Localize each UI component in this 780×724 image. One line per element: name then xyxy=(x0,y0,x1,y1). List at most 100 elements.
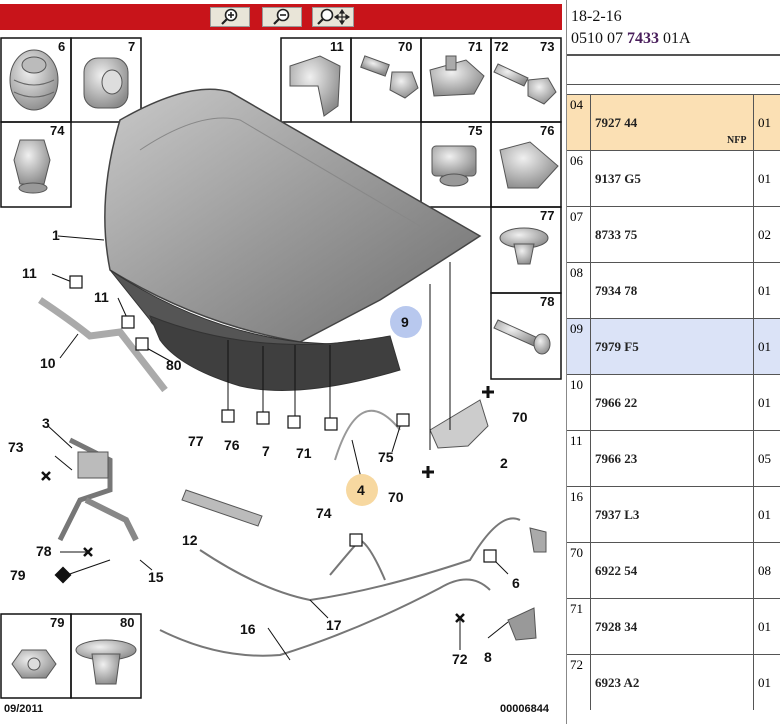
diamond-marker xyxy=(54,566,72,584)
box-label-77: 77 xyxy=(540,208,554,223)
callout-70b: 70 xyxy=(388,489,404,505)
table-row[interactable]: 06 9137 G5 01 xyxy=(567,150,780,206)
callout-6: 6 xyxy=(512,575,520,591)
callout-80: 80 xyxy=(166,357,182,373)
row-part-reference[interactable]: 7934 78 xyxy=(595,283,637,299)
panel-reference: 0510 07 7433 01A xyxy=(571,30,691,48)
box-label-11: 11 xyxy=(330,39,344,54)
table-row[interactable]: 07 8733 75 02 xyxy=(567,206,780,262)
parts-list-panel: 18-2-16 0510 07 7433 01A 04 7927 44 NFP 01 0… xyxy=(566,0,780,724)
panel-subheader xyxy=(567,84,780,93)
row-index: 16 xyxy=(567,487,591,542)
row-part-reference[interactable]: 6923 A2 xyxy=(595,675,639,691)
row-index: 71 xyxy=(567,599,591,654)
callout-11a: 11 xyxy=(22,265,37,281)
row-quantity: 01 xyxy=(753,375,780,430)
box-label-76: 76 xyxy=(540,123,554,138)
panel-divider xyxy=(567,54,780,56)
row-index: 72 xyxy=(567,655,591,710)
callout-15: 15 xyxy=(148,569,164,585)
row-index: 11 xyxy=(567,431,591,486)
callout-16: 16 xyxy=(240,621,256,637)
callout-76: 76 xyxy=(224,437,240,453)
row-index: 06 xyxy=(567,151,591,206)
part-screw-72-illustration xyxy=(493,63,557,105)
part-pin-78-illustration xyxy=(493,319,551,355)
callout-75: 75 xyxy=(378,449,394,465)
row-index: 10 xyxy=(567,375,591,430)
parts-diagram[interactable]: 6 7 74 11 70 71 72 73 75 76 77 78 79 80 … xyxy=(0,0,566,724)
row-part-reference[interactable]: 7927 44 xyxy=(595,115,637,131)
callout-9: 9 xyxy=(401,314,409,330)
row-index: 04 xyxy=(567,95,591,150)
row-note: NFP xyxy=(727,135,747,146)
callout-74: 74 xyxy=(316,505,332,521)
row-index: 09 xyxy=(567,319,591,374)
row-quantity: 01 xyxy=(753,151,780,206)
callout-71: 71 xyxy=(296,445,312,461)
callout-8: 8 xyxy=(484,649,492,665)
part-grommet-illustration xyxy=(9,49,59,111)
part-bumper-illustration xyxy=(83,57,129,109)
row-part-reference[interactable]: 7928 34 xyxy=(595,619,637,635)
row-index: 70 xyxy=(567,543,591,598)
box-label-79: 79 xyxy=(50,615,64,630)
cables xyxy=(159,517,521,657)
part-clip-75-illustration xyxy=(431,145,477,187)
table-row[interactable]: 71 7928 34 01 xyxy=(567,598,780,654)
row-quantity: 01 xyxy=(753,599,780,654)
row-quantity: 01 xyxy=(753,263,780,318)
part-stop-76-illustration xyxy=(499,141,559,189)
row-part-reference[interactable]: 8733 75 xyxy=(595,227,637,243)
table-row[interactable]: 16 7937 L3 01 xyxy=(567,486,780,542)
part-clip-11-illustration xyxy=(289,55,341,117)
table-row[interactable]: 10 7966 22 01 xyxy=(567,374,780,430)
row-quantity: 01 xyxy=(753,319,780,374)
box-label-78: 78 xyxy=(540,294,554,309)
callout-2: 2 xyxy=(500,455,508,471)
box-label-75: 75 xyxy=(468,123,482,138)
callout-12: 12 xyxy=(182,532,198,548)
row-part-reference[interactable]: 7937 L3 xyxy=(595,507,639,523)
table-row[interactable]: 08 7934 78 01 xyxy=(567,262,780,318)
callout-17: 17 xyxy=(326,617,342,633)
panel-reference-suffix: 01A xyxy=(659,30,691,47)
row-part-reference[interactable]: 7966 23 xyxy=(595,451,637,467)
box-label-71: 71 xyxy=(468,39,482,54)
latch-illustration xyxy=(57,437,139,542)
row-quantity: 05 xyxy=(753,431,780,486)
callout-3: 3 xyxy=(42,415,50,431)
footer-code: 00006844 xyxy=(500,703,550,715)
part-clip-74-illustration xyxy=(13,139,51,194)
callout-72: 72 xyxy=(452,651,468,667)
table-row[interactable]: 11 7966 23 05 xyxy=(567,430,780,486)
exploded-view: 6 7 74 11 70 71 72 73 75 76 77 78 79 80 … xyxy=(0,37,562,715)
table-row[interactable]: 09 7979 F5 01 xyxy=(567,318,780,374)
callout-73: 73 xyxy=(8,439,24,455)
box-label-70: 70 xyxy=(398,39,412,54)
panel-date: 18-2-16 xyxy=(571,8,622,25)
hinge-illustration xyxy=(334,399,489,461)
box-label-72: 72 xyxy=(494,39,508,54)
panel-reference-bold: 7433 xyxy=(627,30,659,47)
table-row[interactable]: 04 7927 44 NFP 01 xyxy=(567,94,780,150)
row-part-reference[interactable]: 7979 F5 xyxy=(595,339,639,355)
callout-77: 77 xyxy=(188,433,204,449)
callout-7: 7 xyxy=(262,443,270,459)
row-index: 08 xyxy=(567,263,591,318)
row-index: 07 xyxy=(567,207,591,262)
row-quantity: 02 xyxy=(753,207,780,262)
callout-4: 4 xyxy=(357,482,365,498)
row-part-reference[interactable]: 7966 22 xyxy=(595,395,637,411)
box-label-80: 80 xyxy=(120,615,134,630)
row-quantity: 01 xyxy=(753,655,780,710)
part-clip-80-illustration xyxy=(75,639,137,685)
box-label-73: 73 xyxy=(540,39,554,54)
row-part-reference[interactable]: 6922 54 xyxy=(595,563,637,579)
row-quantity: 01 xyxy=(753,95,780,150)
panel-reference-prefix: 0510 07 xyxy=(571,30,627,47)
table-row[interactable]: 72 6923 A2 01 xyxy=(567,654,780,710)
row-part-reference[interactable]: 9137 G5 xyxy=(595,171,641,187)
box-label-7: 7 xyxy=(128,39,135,54)
table-row[interactable]: 70 6922 54 08 xyxy=(567,542,780,598)
